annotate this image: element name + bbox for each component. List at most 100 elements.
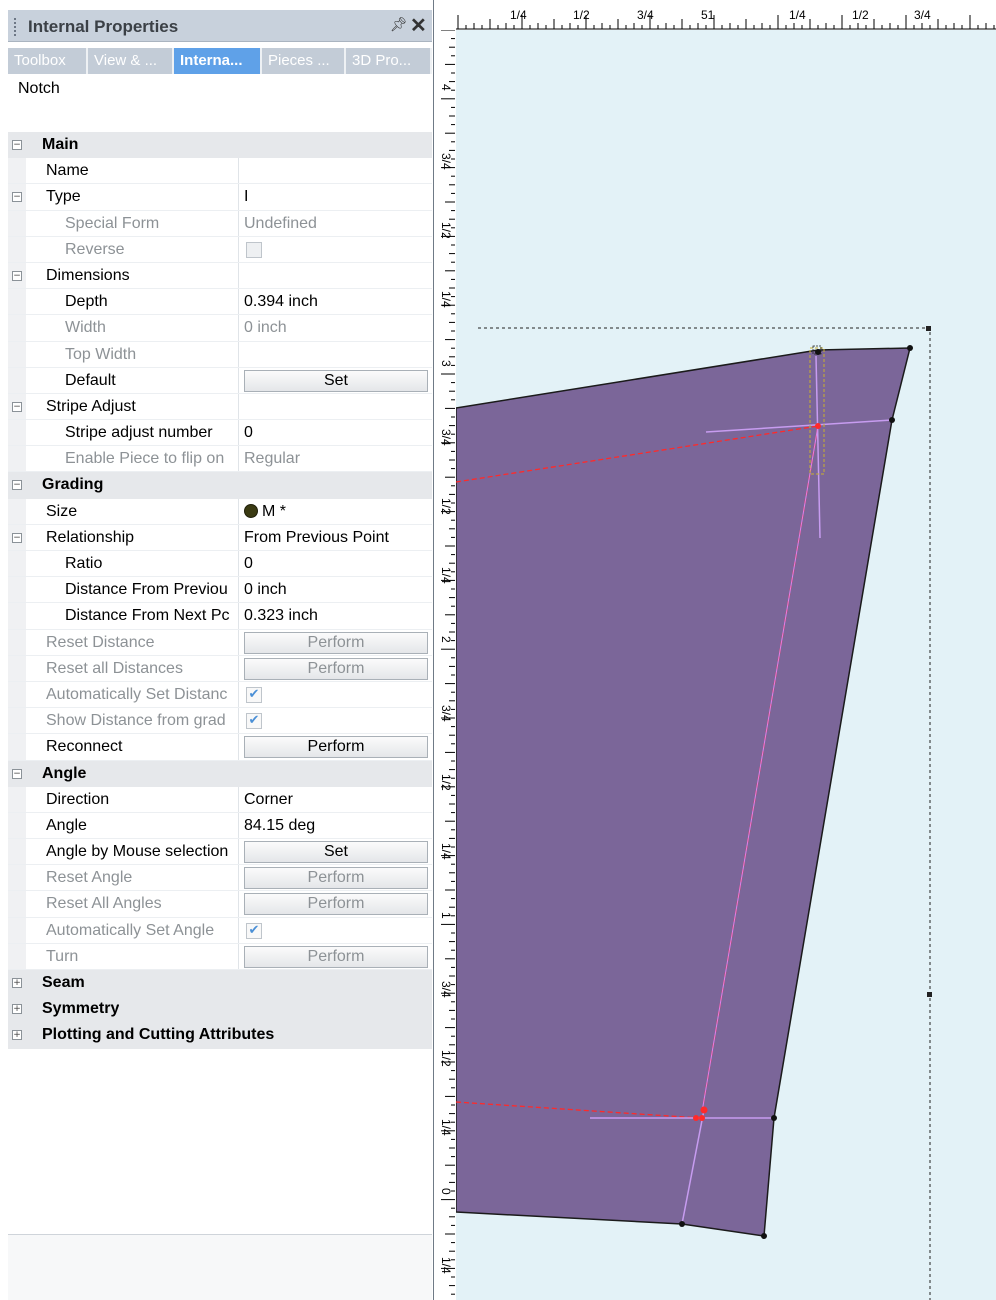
- expand-icon[interactable]: +: [12, 1030, 22, 1041]
- category-symmetry[interactable]: + Symmetry: [8, 996, 432, 1023]
- category-label: Symmetry: [42, 1000, 120, 1018]
- pin-icon[interactable]: 📌︎: [390, 16, 408, 33]
- expand-icon[interactable]: +: [12, 1004, 22, 1015]
- category-plotting[interactable]: + Plotting and Cutting Attributes: [8, 1022, 432, 1049]
- prop-top-width: Top Width: [8, 341, 432, 368]
- prop-reset-distance: Reset Distance Perform: [8, 629, 432, 656]
- drag-grip-icon[interactable]: [14, 18, 18, 36]
- ruler-label: 1/4: [510, 8, 527, 22]
- object-type-label: Notch: [18, 80, 60, 97]
- drawing-canvas[interactable]: 1/4 1/2 3/4 51 1/4 1/2 3/4 4 3/4 1/2 1/4 3 3/…: [434, 0, 996, 1300]
- collapse-icon[interactable]: −: [12, 480, 22, 491]
- prop-reconnect: Reconnect Perform: [8, 734, 432, 761]
- reset-all-distances-button[interactable]: Perform: [244, 657, 428, 680]
- default-set-button[interactable]: Set: [244, 369, 428, 392]
- prop-label: Stripe Adjust: [46, 397, 136, 415]
- depth-field[interactable]: 0.394 inch: [238, 289, 432, 315]
- category-grading[interactable]: − Grading: [8, 472, 432, 499]
- prop-distance-previous[interactable]: Distance From Previou 0 inch: [8, 577, 432, 604]
- width-value: 0 inch: [238, 315, 432, 341]
- vertical-ruler[interactable]: 4 3/4 1/2 1/4 3 3/4 1/2 1/4 2 3/4 1/2 1/4 1 3/4 1/2 1/4…: [434, 30, 456, 1300]
- angle-field[interactable]: 84.15 deg: [238, 812, 432, 839]
- collapse-icon[interactable]: −: [12, 270, 22, 281]
- distance-next-field[interactable]: 0.323 inch: [238, 603, 432, 629]
- red-point: [815, 423, 821, 429]
- prop-auto-set-distance: Automatically Set Distanc ✔: [8, 681, 432, 709]
- category-seam[interactable]: + Seam: [8, 970, 432, 997]
- collapse-icon[interactable]: −: [12, 532, 22, 543]
- tab-internal-properties[interactable]: Interna...: [174, 48, 260, 74]
- reset-all-angles-button[interactable]: Perform: [244, 893, 428, 916]
- ruler-label: 1/2: [573, 8, 590, 22]
- tab-pieces[interactable]: Pieces ...: [262, 48, 344, 74]
- curve-point: [815, 349, 821, 355]
- distance-previous-field[interactable]: 0 inch: [238, 577, 432, 603]
- reset-distance-button[interactable]: Perform: [244, 631, 428, 654]
- prop-label: Ratio: [65, 555, 103, 572]
- prop-direction[interactable]: Direction Corner: [8, 786, 432, 813]
- properties-panel: Internal Properties 📌︎ ✕ Toolbox View & …: [0, 0, 434, 1300]
- ruler-label: 0: [439, 1188, 453, 1195]
- auto-set-angle-checkbox[interactable]: ✔: [246, 922, 262, 939]
- auto-set-distance-checkbox[interactable]: ✔: [246, 686, 262, 703]
- horizontal-ruler[interactable]: 1/4 1/2 3/4 51 1/4 1/2 3/4: [456, 0, 996, 30]
- category-label: Plotting and Cutting Attributes: [42, 1026, 275, 1044]
- prop-dimensions[interactable]: − Dimensions: [8, 262, 432, 290]
- category-main[interactable]: − Main: [8, 132, 432, 159]
- direction-select[interactable]: Corner: [238, 786, 432, 812]
- ruler-label: 2: [439, 636, 453, 643]
- pattern-piece: [456, 347, 911, 1237]
- ratio-field[interactable]: 0: [238, 551, 432, 577]
- angle-by-mouse-set-button[interactable]: Set: [244, 841, 428, 864]
- type-field[interactable]: I: [238, 184, 432, 210]
- collapse-icon[interactable]: −: [12, 192, 22, 203]
- stripe-adjust-number-field[interactable]: 0: [238, 420, 432, 446]
- ruler-label: 3: [439, 360, 453, 367]
- prop-label: Reset Distance: [46, 633, 155, 651]
- red-point: [700, 1106, 708, 1114]
- prop-label: Relationship: [46, 528, 135, 546]
- prop-reset-all-distances: Reset all Distances Perform: [8, 655, 432, 682]
- tab-view[interactable]: View & ...: [88, 48, 172, 74]
- prop-stripe-adjust-number[interactable]: Stripe adjust number 0: [8, 420, 432, 447]
- prop-size[interactable]: Size M *: [8, 498, 432, 525]
- prop-angle[interactable]: Angle 84.15 deg: [8, 812, 432, 840]
- prop-name[interactable]: Name: [8, 158, 432, 185]
- prop-width: Width 0 inch: [8, 315, 432, 342]
- prop-stripe-adjust[interactable]: − Stripe Adjust: [8, 393, 432, 421]
- ruler-label: 51: [701, 8, 715, 22]
- close-icon[interactable]: ✕: [410, 13, 427, 38]
- tab-toolbox[interactable]: Toolbox: [8, 48, 86, 74]
- relationship-select[interactable]: From Previous Point: [238, 524, 432, 550]
- pattern-workspace[interactable]: [456, 30, 996, 1300]
- prop-label: Enable Piece to flip on: [65, 450, 225, 468]
- tab-3d-properties[interactable]: 3D Pro...: [346, 48, 430, 74]
- prop-relationship[interactable]: − Relationship From Previous Point: [8, 524, 432, 551]
- prop-type[interactable]: − Type I: [8, 184, 432, 211]
- panel-titlebar[interactable]: Internal Properties 📌︎ ✕: [8, 10, 432, 42]
- collapse-icon[interactable]: −: [12, 401, 22, 412]
- ruler-label: 3/4: [914, 8, 931, 22]
- reconnect-button[interactable]: Perform: [244, 736, 428, 759]
- prop-reset-all-angles: Reset All Angles Perform: [8, 891, 432, 918]
- category-label: Angle: [42, 764, 87, 782]
- prop-ratio[interactable]: Ratio 0: [8, 551, 432, 578]
- prop-distance-next[interactable]: Distance From Next Pc 0.323 inch: [8, 603, 432, 630]
- name-field[interactable]: [238, 158, 432, 184]
- prop-label: Show Distance from grad: [46, 712, 226, 730]
- prop-label: Special Form: [65, 214, 160, 232]
- ruler-label: 1/4: [439, 567, 453, 584]
- collapse-icon[interactable]: −: [12, 768, 22, 779]
- ruler-label: 1/2: [439, 1050, 453, 1067]
- category-angle[interactable]: − Angle: [8, 760, 432, 787]
- expand-icon[interactable]: +: [12, 978, 22, 988]
- ruler-label: 1/4: [439, 291, 453, 308]
- reset-angle-button[interactable]: Perform: [244, 867, 428, 890]
- show-distance-checkbox[interactable]: ✔: [246, 713, 262, 730]
- prop-label: Reverse: [65, 240, 125, 258]
- turn-button[interactable]: Perform: [244, 945, 428, 968]
- ruler-label: 1/2: [439, 498, 453, 515]
- prop-label: Angle: [46, 816, 87, 834]
- collapse-icon[interactable]: −: [12, 140, 22, 150]
- prop-depth[interactable]: Depth 0.394 inch: [8, 289, 432, 316]
